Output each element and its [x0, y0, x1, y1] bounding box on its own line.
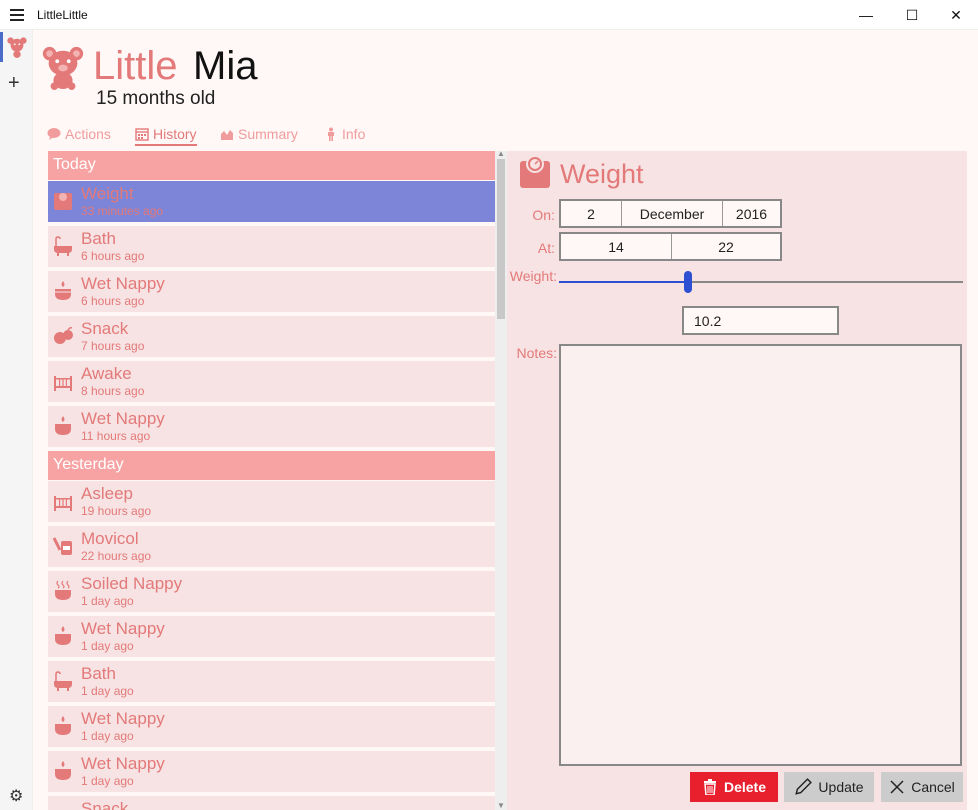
window-title: LittleLittle [37, 8, 88, 22]
chat-icon [47, 128, 61, 140]
snack-icon [52, 805, 74, 810]
update-button[interactable]: Update [784, 772, 874, 802]
teddy-bear-icon [7, 37, 27, 58]
wet-nappy-icon [55, 281, 71, 300]
time-label: At: [537, 240, 555, 256]
weight-label: Weight: [509, 268, 557, 284]
wet-nappy-icon [55, 416, 71, 435]
nav-rail: + ⚙ [0, 30, 33, 810]
maximize-button[interactable]: ☐ [889, 0, 935, 30]
scroll-down-icon[interactable]: ▼ [497, 801, 505, 810]
minimize-button[interactable]: — [843, 0, 889, 30]
scrollbar-thumb[interactable] [497, 159, 505, 319]
list-item[interactable]: Bath 1 day ago [48, 661, 495, 702]
list-item[interactable]: Bath 6 hours ago [48, 226, 495, 267]
wet-nappy-icon [55, 626, 71, 645]
baby-age: 15 months old [96, 88, 216, 109]
tab-summary[interactable]: Summary [220, 126, 298, 142]
medicine-icon [52, 537, 72, 555]
time-picker[interactable]: 14 22 [559, 232, 782, 261]
cot-icon [54, 376, 72, 391]
weight-value-input[interactable]: 10.2 [682, 306, 839, 335]
soiled-nappy-icon [55, 580, 71, 600]
list-item[interactable]: Wet Nappy 6 hours ago [48, 271, 495, 312]
scroll-up-icon[interactable]: ▲ [497, 149, 505, 158]
trash-icon [703, 779, 716, 795]
baby-name-first: Little [93, 44, 178, 88]
delete-button[interactable]: Delete [690, 772, 778, 802]
notes-textarea[interactable] [559, 344, 962, 766]
date-label: On: [532, 207, 555, 223]
close-button[interactable]: ✕ [933, 0, 978, 30]
close-icon [890, 780, 904, 794]
tab-info[interactable]: Info [324, 126, 365, 142]
baby-name-second: Mia [193, 44, 258, 88]
weight-slider-thumb[interactable] [684, 271, 692, 293]
wet-nappy-icon [55, 716, 71, 735]
time-hour[interactable]: 14 [561, 234, 672, 259]
detail-panel: Weight On: 2 December 2016 At: 14 22 Wei… [507, 151, 967, 810]
weight-slider-fill [559, 281, 688, 283]
history-list: Today Weight 33 minutes ago Bath 6 hours… [48, 151, 495, 810]
date-day[interactable]: 2 [561, 201, 622, 226]
list-item[interactable]: Soiled Nappy 1 day ago [48, 571, 495, 612]
scale-icon [520, 155, 550, 188]
settings-gear-icon[interactable]: ⚙ [9, 786, 23, 806]
list-item[interactable]: Weight 33 minutes ago [48, 181, 495, 222]
baby-profile-button[interactable] [6, 36, 28, 58]
list-item[interactable]: Movicol 22 hours ago [48, 526, 495, 567]
tab-history[interactable]: History [135, 126, 197, 146]
date-year[interactable]: 2016 [723, 201, 780, 226]
tab-actions[interactable]: Actions [47, 126, 111, 142]
bath-icon [54, 671, 72, 691]
main-area: Little Mia 15 months old Actions History… [33, 30, 978, 810]
add-baby-button[interactable]: + [8, 72, 20, 95]
list-item[interactable]: Wet Nappy 1 day ago [48, 706, 495, 747]
bath-icon [54, 236, 72, 256]
cancel-button[interactable]: Cancel [881, 772, 963, 802]
title-bar: LittleLittle — ☐ ✕ [0, 0, 978, 30]
area-chart-icon [221, 130, 233, 140]
group-header-yesterday: Yesterday [48, 451, 495, 480]
list-scrollbar[interactable]: ▲ ▼ [495, 149, 507, 810]
list-item[interactable]: Asleep 19 hours ago [48, 481, 495, 522]
notes-label: Notes: [516, 345, 557, 361]
date-picker[interactable]: 2 December 2016 [559, 199, 782, 228]
list-item[interactable]: Wet Nappy 11 hours ago [48, 406, 495, 447]
detail-title: Weight [560, 159, 644, 189]
list-item[interactable]: Snack [48, 796, 495, 810]
list-item[interactable]: Wet Nappy 1 day ago [48, 751, 495, 792]
cot-icon [54, 496, 72, 511]
group-header-today: Today [48, 151, 495, 180]
pencil-icon [795, 778, 813, 795]
scale-icon [54, 193, 72, 210]
list-item[interactable]: Awake 8 hours ago [48, 361, 495, 402]
teddy-bear-icon [42, 46, 84, 90]
time-minute[interactable]: 22 [672, 234, 780, 259]
snack-icon [54, 327, 73, 344]
hamburger-menu-icon[interactable] [10, 9, 24, 21]
active-indicator [0, 32, 3, 62]
person-icon [328, 127, 334, 141]
calendar-icon [135, 128, 149, 141]
list-item[interactable]: Wet Nappy 1 day ago [48, 616, 495, 657]
list-item[interactable]: Snack 7 hours ago [48, 316, 495, 357]
wet-nappy-icon [55, 761, 71, 780]
date-month[interactable]: December [622, 201, 723, 226]
